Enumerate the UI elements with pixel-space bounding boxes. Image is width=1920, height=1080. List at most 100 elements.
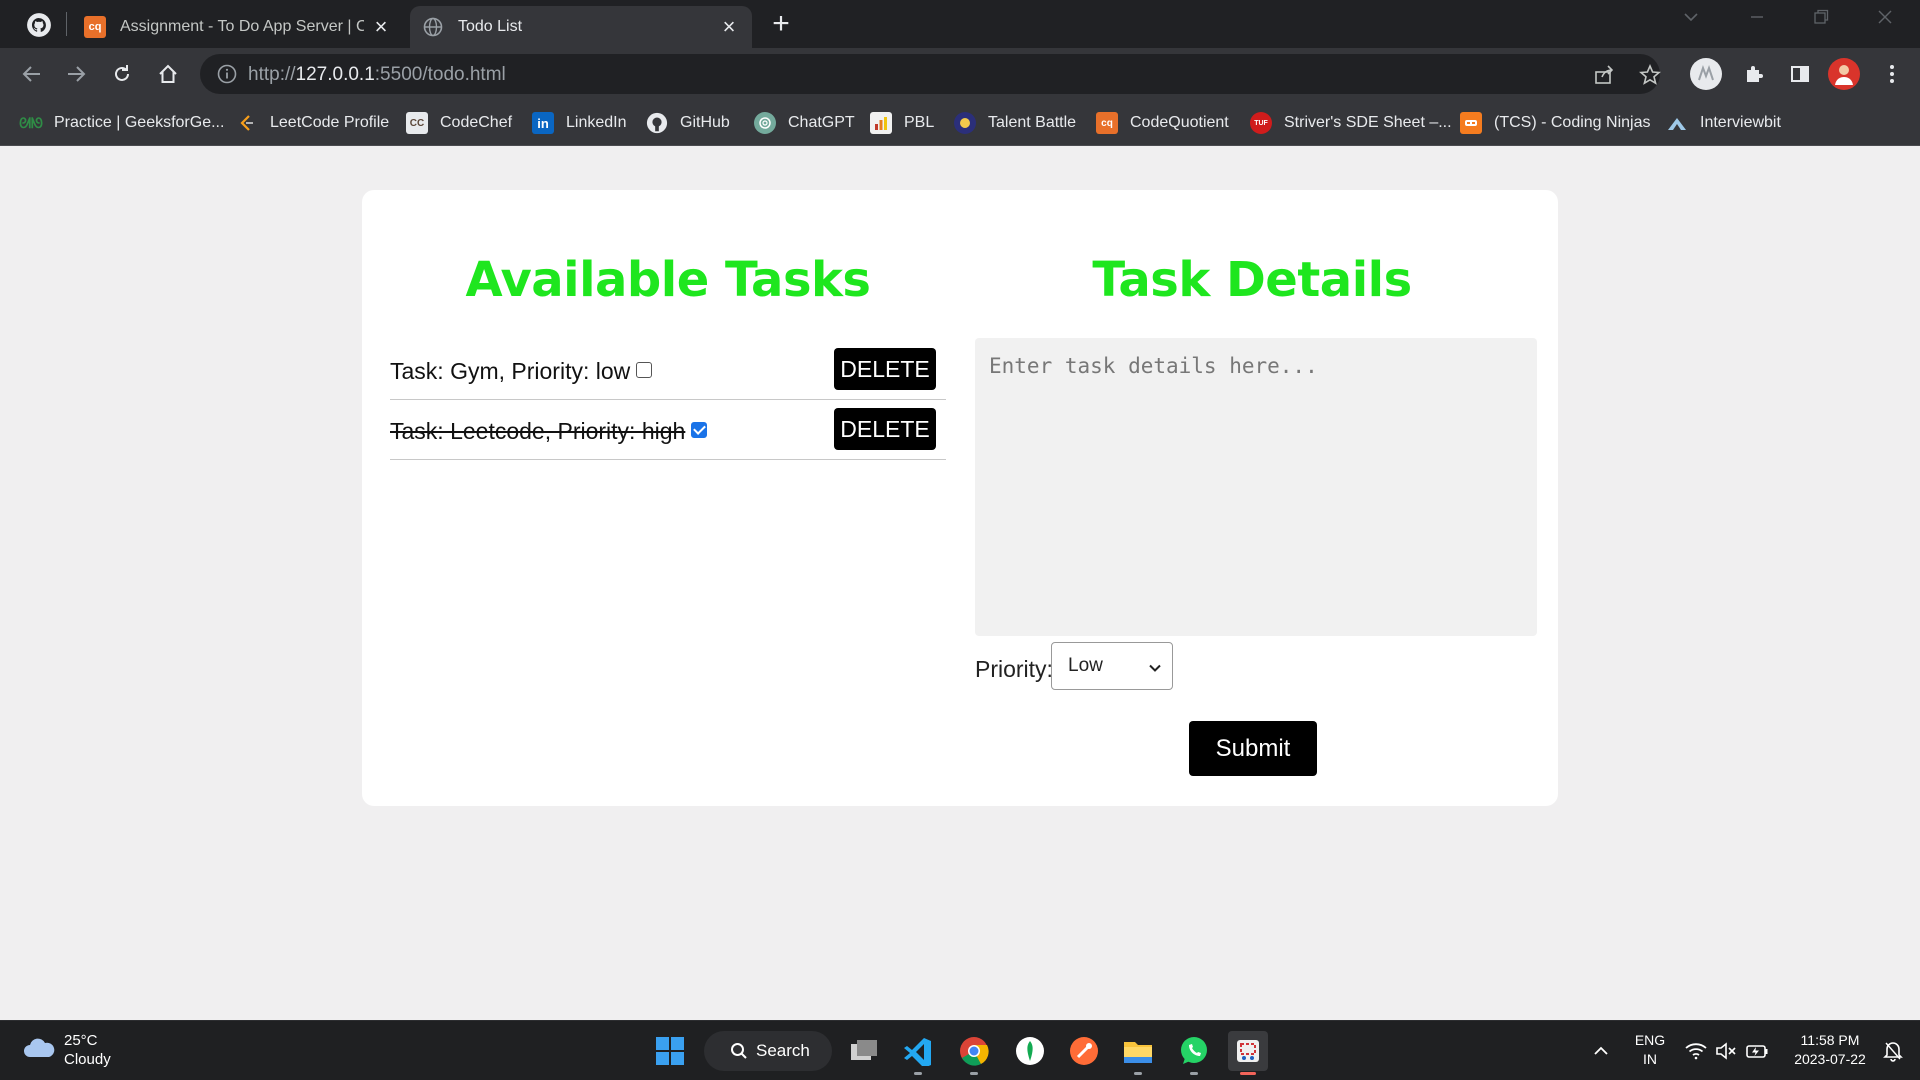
geeksforgeeks-icon: ᘛᘚ (19, 114, 43, 131)
search-icon (731, 1043, 747, 1059)
home-icon[interactable] (154, 60, 182, 88)
cloud-icon[interactable] (22, 1035, 56, 1061)
search-label: Search (756, 1041, 810, 1060)
task-text: Task: Leetcode, Priority: high (390, 418, 686, 444)
tab-todo-list[interactable]: Todo List × (410, 6, 752, 48)
reload-icon[interactable] (108, 60, 136, 88)
whatsapp-icon[interactable] (1174, 1031, 1214, 1075)
bookmark-label: Interviewbit (1700, 114, 1781, 131)
bookmark-talent-battle[interactable]: Talent Battle (954, 110, 1076, 136)
browser-tabstrip: cq Assignment - To Do App Server | Co × … (0, 0, 1920, 48)
site-info-icon[interactable] (216, 63, 238, 85)
back-icon[interactable] (18, 60, 46, 88)
tab-assignment[interactable]: cq Assignment - To Do App Server | Co × (72, 6, 404, 48)
task-item: Task: Leetcode, Priority: high (390, 418, 708, 445)
forward-icon[interactable] (62, 60, 90, 88)
bookmark-label: ChatGPT (788, 114, 855, 131)
coding-ninjas-icon (1460, 112, 1482, 134)
weather-widget[interactable]: 25°C Cloudy (64, 1031, 111, 1069)
delete-task-button[interactable]: DELETE (834, 408, 936, 450)
extension-icon[interactable] (1690, 58, 1722, 90)
bookmark-label: Talent Battle (988, 114, 1077, 131)
snipping-tool-icon[interactable] (1228, 1031, 1268, 1075)
volume-muted-icon[interactable] (1712, 1031, 1740, 1071)
close-icon[interactable]: × (718, 16, 740, 38)
github-icon[interactable] (26, 12, 52, 38)
clock[interactable]: 11:58 PM 2023-07-22 (1780, 1031, 1880, 1069)
submit-button[interactable]: Submit (1189, 721, 1317, 776)
bookmarks-bar: ᘛᘚ Practice | GeeksforGe... LeetCode Pro… (0, 100, 1920, 146)
chrome-icon[interactable] (954, 1031, 994, 1075)
new-tab-button[interactable]: + (766, 9, 796, 40)
bookmark-codechef[interactable]: CC CodeChef (406, 110, 512, 136)
bookmark-star-icon[interactable] (1638, 63, 1662, 87)
todo-card: Available Tasks Task Details Task: Gym, … (362, 190, 1558, 806)
close-window-icon[interactable] (1876, 8, 1894, 31)
menu-kebab-icon[interactable] (1876, 58, 1908, 90)
bookmark-leetcode[interactable]: LeetCode Profile (236, 110, 389, 136)
avatar[interactable] (1828, 58, 1860, 90)
priority-selected-value: Low (1068, 655, 1103, 676)
minimize-icon[interactable] (1748, 8, 1766, 31)
weather-condition: Cloudy (64, 1051, 111, 1068)
bookmark-geeksforgeeks[interactable]: ᘛᘚ Practice | GeeksforGe... (19, 110, 225, 136)
task-done-checkbox[interactable] (636, 361, 653, 378)
available-tasks-heading: Available Tasks (465, 252, 872, 308)
url-path: :5500/todo.html (374, 64, 506, 85)
bookmark-github[interactable]: GitHub (646, 110, 730, 136)
task-text: Task: Gym, Priority: low (390, 358, 631, 384)
side-panel-icon[interactable] (1784, 58, 1816, 90)
notifications-icon[interactable] (1878, 1031, 1908, 1071)
bookmark-codequotient[interactable]: cq CodeQuotient (1096, 110, 1229, 136)
linkedin-icon: in (532, 112, 554, 134)
wifi-icon[interactable] (1682, 1031, 1710, 1071)
taskbar-search[interactable]: Search (704, 1031, 832, 1071)
share-icon[interactable] (1592, 63, 1616, 87)
leetcode-icon (236, 112, 258, 134)
globe-icon (422, 16, 444, 38)
bookmark-interviewbit[interactable]: Interviewbit (1666, 110, 1781, 136)
bookmark-label: CodeChef (440, 114, 513, 131)
restore-icon[interactable] (1812, 8, 1830, 31)
weather-temperature: 25°C (64, 1032, 98, 1049)
priority-label: Priority: (975, 656, 1053, 682)
url-text: http://127.0.0.1:5500/todo.html (248, 64, 506, 86)
chatgpt-icon (754, 112, 776, 134)
vscode-icon[interactable] (898, 1031, 938, 1075)
interviewbit-icon (1666, 112, 1688, 134)
file-explorer-icon[interactable] (1118, 1031, 1158, 1075)
task-details-heading: Task Details (1092, 252, 1412, 308)
bookmark-pbl[interactable]: PBL (870, 110, 934, 136)
tab-search-icon[interactable] (1682, 8, 1700, 31)
chevron-up-icon[interactable] (1582, 1031, 1620, 1071)
bookmark-label: CodeQuotient (1130, 114, 1229, 131)
bookmark-chatgpt[interactable]: ChatGPT (754, 110, 855, 136)
delete-task-button[interactable]: DELETE (834, 348, 936, 390)
language-indicator[interactable]: ENG IN (1628, 1031, 1672, 1069)
postman-icon[interactable] (1064, 1031, 1104, 1071)
task-details-input[interactable] (975, 338, 1537, 636)
task-view-icon[interactable] (844, 1031, 884, 1071)
close-icon[interactable]: × (370, 16, 392, 38)
mongodb-compass-icon[interactable] (1010, 1031, 1050, 1071)
bookmark-striver-sde-sheet[interactable]: TUF Striver's SDE Sheet –... (1250, 110, 1452, 136)
bookmark-label: Practice | GeeksforGe... (54, 114, 225, 131)
bookmark-label: PBL (904, 114, 935, 131)
running-indicator (1190, 1072, 1198, 1075)
task-row: Task: Leetcode, Priority: high DELETE (390, 400, 946, 460)
task-done-checkbox[interactable] (691, 421, 708, 438)
takeuforward-icon: TUF (1250, 112, 1272, 134)
running-indicator (1134, 1072, 1142, 1075)
address-bar[interactable]: http://127.0.0.1:5500/todo.html (200, 54, 1662, 94)
bookmark-coding-ninjas[interactable]: (TCS) - Coding Ninjas (1460, 110, 1650, 136)
task-list: Task: Gym, Priority: low DELETE Task: Le… (390, 340, 946, 460)
extensions-puzzle-icon[interactable] (1738, 58, 1770, 90)
start-icon[interactable] (650, 1031, 690, 1071)
priority-select[interactable]: Low (1051, 642, 1173, 690)
clock-date: 2023-07-22 (1794, 1051, 1866, 1067)
battery-charging-icon[interactable] (1742, 1031, 1772, 1071)
bookmark-label: (TCS) - Coding Ninjas (1494, 114, 1651, 131)
task-item: Task: Gym, Priority: low (390, 358, 653, 385)
bookmark-linkedin[interactable]: in LinkedIn (532, 110, 627, 136)
windows-taskbar: 25°C Cloudy Search ENG IN 11:58 PM 2023-… (0, 1020, 1920, 1080)
